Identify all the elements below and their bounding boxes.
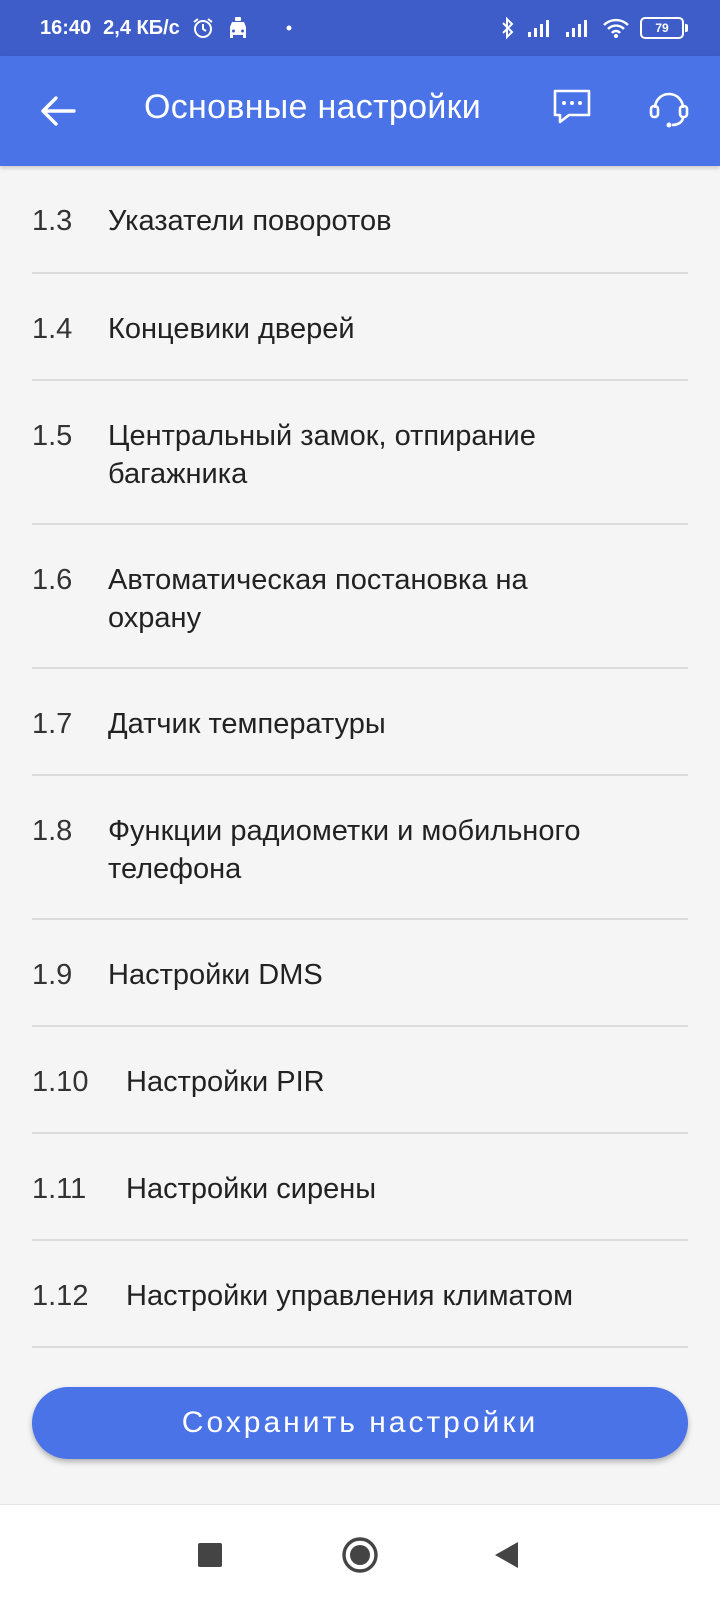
item-number: 1.3 [32,205,73,237]
chat-icon[interactable] [552,86,596,130]
item-label: Настройки PIR [126,1066,325,1098]
signal-icon [564,18,592,38]
battery-icon: 79 [640,17,688,39]
item-number: 1.5 [32,420,73,452]
car-icon [226,16,250,40]
item-number: 1.8 [32,815,73,847]
back-arrow-icon[interactable] [36,89,80,133]
item-label: Датчик температуры [108,708,386,740]
item-label: Центральный замок, отпирание багажника [108,420,536,490]
settings-item-1-7[interactable]: 1.7 Датчик температуры [32,669,688,776]
status-time: 16:40 [40,16,92,39]
item-number: 1.7 [32,708,73,740]
settings-item-1-8[interactable]: 1.8 Функции радиометки и мобильного теле… [32,776,688,920]
page-title: Основные настройки [144,88,482,126]
alarm-icon [192,17,214,39]
item-number: 1.6 [32,564,73,596]
battery-level: 79 [655,21,669,35]
wifi-icon [602,17,630,39]
settings-item-1-6[interactable]: 1.6 Автоматическая постановка на охрану [32,525,688,669]
app-bar: Основные настройки [0,56,720,166]
support-headset-icon[interactable] [648,86,692,130]
item-label: Настройки сирены [126,1173,377,1205]
settings-item-1-9[interactable]: 1.9 Настройки DMS [32,920,688,1027]
item-label: Автоматическая постановка на охрану [108,564,528,634]
save-settings-button[interactable]: Сохранить настройки [32,1387,688,1459]
item-number: 1.12 [32,1280,89,1312]
signal-icon [526,18,554,38]
item-label: Функции радиометки и мобильного телефона [108,815,581,885]
settings-item-1-4[interactable]: 1.4 Концевики дверей [32,274,688,381]
item-number: 1.9 [32,959,73,991]
item-number: 1.4 [32,313,73,345]
settings-item-1-10[interactable]: 1.10 Настройки PIR [32,1027,688,1134]
item-label: Концевики дверей [108,313,355,345]
item-number: 1.11 [32,1173,87,1205]
status-bar: 16:40 2,4 КБ/с 79 [0,0,720,56]
home-circle-icon[interactable] [338,1533,382,1577]
settings-item-1-5[interactable]: 1.5 Центральный замок, отпирание багажни… [32,381,688,525]
item-number: 1.10 [32,1066,89,1098]
back-triangle-icon[interactable] [484,1533,528,1577]
item-label: Настройки DMS [108,959,323,991]
recents-square-icon[interactable] [188,1533,232,1577]
settings-item-1-3[interactable]: 1.3 Указатели поворотов [32,166,688,274]
bluetooth-icon [500,16,516,40]
settings-item-1-11[interactable]: 1.11 Настройки сирены [32,1134,688,1241]
network-speed: 2,4 КБ/с [103,16,180,39]
item-label: Настройки управления климатом [126,1280,574,1312]
item-label: Указатели поворотов [108,205,392,237]
system-nav-bar [0,1504,720,1601]
settings-list: 1.3 Указатели поворотов 1.4 Концевики дв… [32,166,688,1348]
dot-icon [286,25,292,31]
settings-item-1-12[interactable]: 1.12 Настройки управления климатом [32,1241,688,1348]
